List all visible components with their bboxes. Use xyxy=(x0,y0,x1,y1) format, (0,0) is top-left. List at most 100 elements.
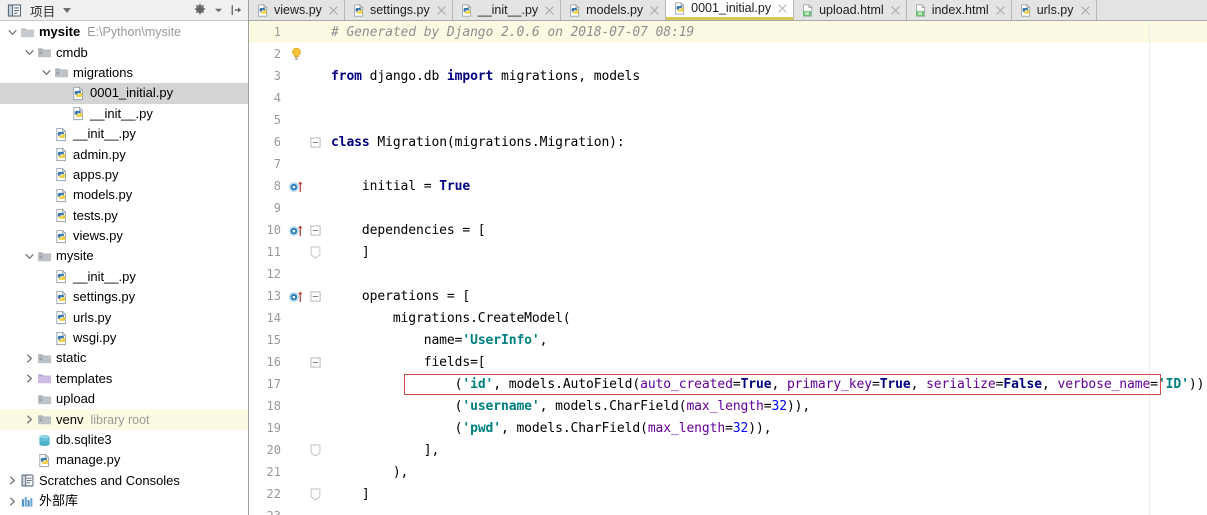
code-fold-toggle-icon[interactable] xyxy=(307,488,323,501)
gear-dropdown-chevron-icon[interactable] xyxy=(210,2,226,18)
code-fold-toggle-icon[interactable] xyxy=(307,136,323,148)
code-line-9[interactable]: 9 xyxy=(249,197,1207,219)
code-lines[interactable]: 1 # Generated by Django 2.0.6 on 2018-07-… xyxy=(249,21,1207,515)
chevron-right-icon[interactable] xyxy=(23,350,36,366)
close-icon[interactable] xyxy=(328,5,339,16)
code-line-text[interactable]: ('id', models.AutoField(auto_created=Tru… xyxy=(323,377,1207,392)
chevron-right-icon[interactable] xyxy=(23,371,36,387)
chevron-down-icon[interactable] xyxy=(6,24,19,40)
code-line-text[interactable]: ] xyxy=(323,487,1207,502)
project-file-tree[interactable]: mysite E:\Python\mysite cmdb migrations 0001… xyxy=(0,21,248,515)
editor-tab-upload-html[interactable]: Hupload.html xyxy=(794,0,907,20)
close-icon[interactable] xyxy=(995,5,1006,16)
tree-row-migrations[interactable]: migrations xyxy=(0,63,248,83)
tree-row-scratches-and-consoles[interactable]: Scratches and Consoles xyxy=(0,471,248,491)
code-line-text[interactable]: initial = True xyxy=(323,179,1207,194)
implemented-marker-icon[interactable] xyxy=(285,223,307,238)
code-line-13[interactable]: 13 operations = [ xyxy=(249,285,1207,307)
chevron-right-icon[interactable] xyxy=(6,493,19,509)
code-line-text[interactable]: class Migration(migrations.Migration): xyxy=(323,135,1207,150)
code-line-19[interactable]: 19 ('pwd', models.CharField(max_length=3… xyxy=(249,417,1207,439)
code-line-text[interactable]: fields=[ xyxy=(323,355,1207,370)
code-line-text[interactable]: ], xyxy=(323,443,1207,458)
tree-row-mysite[interactable]: mysite E:\Python\mysite xyxy=(0,22,248,42)
code-line-text[interactable]: name='UserInfo', xyxy=(323,333,1207,348)
code-fold-toggle-icon[interactable] xyxy=(307,246,323,259)
tree-row-venv[interactable]: venv library root xyxy=(0,409,248,430)
editor-tab-models-py[interactable]: models.py xyxy=(561,0,667,20)
code-fold-toggle-icon[interactable] xyxy=(307,224,323,236)
code-fold-toggle-icon[interactable] xyxy=(307,290,323,302)
code-line-text[interactable]: dependencies = [ xyxy=(323,223,1207,238)
editor-tab-index-html[interactable]: Hindex.html xyxy=(906,0,1012,20)
code-line-4[interactable]: 4 xyxy=(249,87,1207,109)
code-line-3[interactable]: 3 from django.db import migrations, model… xyxy=(249,65,1207,87)
tree-row-static[interactable]: static xyxy=(0,348,248,368)
code-line-8[interactable]: 8 initial = True xyxy=(249,175,1207,197)
intention-bulb-icon[interactable] xyxy=(285,47,307,62)
code-line-1[interactable]: 1 # Generated by Django 2.0.6 on 2018-07-… xyxy=(249,21,1207,43)
chevron-down-icon[interactable] xyxy=(23,248,36,264)
code-line-text[interactable]: ), xyxy=(323,465,1207,480)
tree-row--init-py[interactable]: __init__.py xyxy=(0,104,248,124)
code-line-23[interactable]: 23 xyxy=(249,505,1207,515)
editor-tab-views-py[interactable]: views.py xyxy=(249,0,345,20)
project-tool-window-title[interactable]: 项目 xyxy=(6,1,71,20)
hide-tool-window-icon[interactable] xyxy=(228,2,244,18)
editor-tab--init-py[interactable]: __init__.py xyxy=(452,0,562,20)
tree-row-views-py[interactable]: views.py xyxy=(0,226,248,246)
code-line-5[interactable]: 5 xyxy=(249,109,1207,131)
code-line-11[interactable]: 11 ] xyxy=(249,241,1207,263)
close-icon[interactable] xyxy=(649,5,660,16)
tree-row-settings-py[interactable]: settings.py xyxy=(0,287,248,307)
code-fold-toggle-icon[interactable] xyxy=(307,444,323,457)
close-icon[interactable] xyxy=(544,5,555,16)
tree-row-cmdb[interactable]: cmdb xyxy=(0,42,248,62)
tree-row-admin-py[interactable]: admin.py xyxy=(0,144,248,164)
tree-row-manage-py[interactable]: manage.py xyxy=(0,450,248,470)
tree-row-templates[interactable]: templates xyxy=(0,369,248,389)
tree-row-0001-initial-py[interactable]: 0001_initial.py xyxy=(0,83,248,104)
code-line-text[interactable]: ] xyxy=(323,245,1207,260)
code-line-18[interactable]: 18 ('username', models.CharField(max_len… xyxy=(249,395,1207,417)
editor-tab-bar[interactable]: views.py settings.py __init__.py models.py 0… xyxy=(249,0,1207,21)
code-line-6[interactable]: 6 class Migration(migrations.Migration): xyxy=(249,131,1207,153)
close-icon[interactable] xyxy=(1080,5,1091,16)
close-icon[interactable] xyxy=(777,3,788,14)
code-line-22[interactable]: 22 ] xyxy=(249,483,1207,505)
chevron-right-icon[interactable] xyxy=(6,473,19,489)
code-line-15[interactable]: 15 name='UserInfo', xyxy=(249,329,1207,351)
editor-tab-0001-initial-py[interactable]: 0001_initial.py xyxy=(666,0,795,20)
tree-row--[interactable]: 外部库 xyxy=(0,491,248,511)
tree-row-urls-py[interactable]: urls.py xyxy=(0,307,248,327)
tree-row-models-py[interactable]: models.py xyxy=(0,185,248,205)
code-line-16[interactable]: 16 fields=[ xyxy=(249,351,1207,373)
tree-row-tests-py[interactable]: tests.py xyxy=(0,206,248,226)
chevron-right-icon[interactable] xyxy=(23,412,36,428)
code-line-20[interactable]: 20 ], xyxy=(249,439,1207,461)
code-line-2[interactable]: 2 xyxy=(249,43,1207,65)
chevron-down-icon[interactable] xyxy=(62,7,71,13)
tree-row-mysite[interactable]: mysite xyxy=(0,246,248,266)
code-line-17[interactable]: 17 ('id', models.AutoField(auto_created=… xyxy=(249,373,1207,395)
tree-row--init-py[interactable]: __init__.py xyxy=(0,267,248,287)
code-line-text[interactable]: # Generated by Django 2.0.6 on 2018-07-0… xyxy=(323,25,1207,40)
editor-tab-urls-py[interactable]: urls.py xyxy=(1011,0,1097,20)
chevron-down-icon[interactable] xyxy=(40,65,53,81)
code-line-7[interactable]: 7 xyxy=(249,153,1207,175)
code-line-text[interactable]: from django.db import migrations, models xyxy=(323,69,1207,84)
code-line-text[interactable]: migrations.CreateModel( xyxy=(323,311,1207,326)
tree-row-upload[interactable]: upload xyxy=(0,389,248,409)
chevron-down-icon[interactable] xyxy=(23,45,36,61)
code-line-10[interactable]: 10 dependencies = [ xyxy=(249,219,1207,241)
code-line-text[interactable]: operations = [ xyxy=(323,289,1207,304)
code-fold-toggle-icon[interactable] xyxy=(307,356,323,368)
tree-row-wsgi-py[interactable]: wsgi.py xyxy=(0,328,248,348)
implemented-marker-icon[interactable] xyxy=(285,179,307,194)
close-icon[interactable] xyxy=(436,5,447,16)
tree-row--init-py[interactable]: __init__.py xyxy=(0,124,248,144)
tree-row-apps-py[interactable]: apps.py xyxy=(0,165,248,185)
tree-row-db-sqlite3[interactable]: db.sqlite3 xyxy=(0,430,248,450)
code-line-12[interactable]: 12 xyxy=(249,263,1207,285)
code-editor[interactable]: 1 # Generated by Django 2.0.6 on 2018-07-… xyxy=(249,21,1207,515)
